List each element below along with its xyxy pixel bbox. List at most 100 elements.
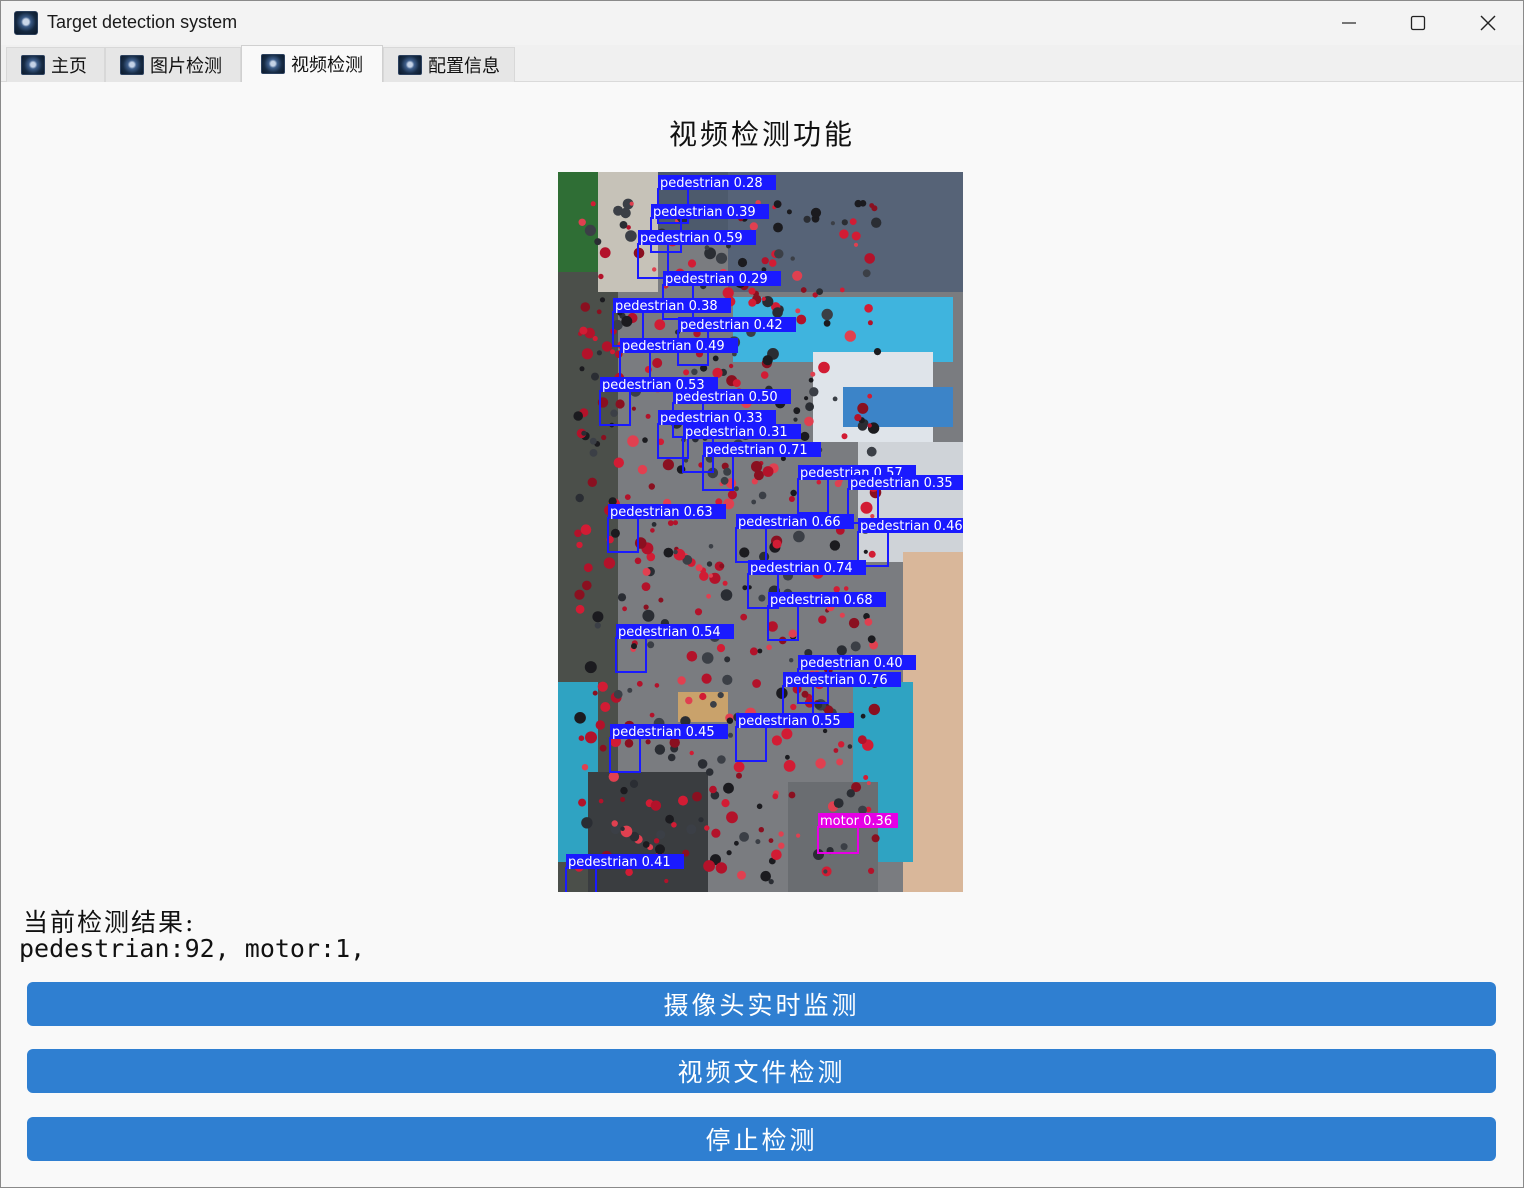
crowd-person (663, 547, 674, 558)
crowd-person (873, 348, 882, 356)
crowd-person (662, 459, 674, 471)
crowd-person (733, 486, 739, 492)
crowd-person (739, 832, 749, 842)
crowd-person (758, 827, 764, 833)
crowd-person (778, 831, 784, 837)
crowd-person (778, 842, 785, 849)
crowd-person (691, 368, 698, 375)
crowd-person (796, 833, 801, 838)
crowd-person (832, 396, 838, 402)
crowd-person (654, 744, 666, 755)
crowd-person (762, 355, 773, 366)
crowd-person (847, 744, 853, 749)
crowd-person (591, 372, 599, 381)
crowd-person (629, 201, 634, 206)
crowd-person (631, 643, 637, 650)
crowd-person (655, 844, 665, 855)
minimize-button[interactable] (1314, 1, 1384, 45)
close-button[interactable] (1453, 1, 1523, 45)
camera-monitor-button[interactable]: 摄像头实时监测 (27, 982, 1496, 1026)
crowd-person (771, 849, 782, 861)
crowd-person (772, 793, 779, 800)
crowd-person (844, 330, 856, 342)
crowd-person (704, 825, 710, 831)
crowd-person (611, 820, 618, 827)
crowd-person (846, 789, 855, 798)
crowd-person (864, 618, 873, 626)
crowd-person (642, 841, 650, 848)
crowd-person (722, 674, 733, 685)
crowd-person (734, 840, 739, 846)
maximize-button[interactable] (1383, 1, 1453, 45)
detection-label: pedestrian 0.41 (568, 855, 671, 870)
app-logo-icon (14, 11, 38, 35)
app-window: Target detection system 主页 图片检测 视频检测 配置信… (0, 0, 1524, 1188)
crowd-person (648, 483, 655, 490)
crowd-person (723, 467, 732, 476)
crowd-person (608, 771, 619, 782)
crowd-person (757, 648, 763, 654)
crowd-person (818, 615, 827, 624)
crowd-person (752, 679, 761, 688)
tab-video-detection[interactable]: 视频检测 (241, 45, 383, 82)
crowd-person (719, 563, 725, 569)
crowd-person (578, 218, 586, 226)
crowd-person (600, 702, 611, 712)
crowd-person (800, 287, 807, 293)
crowd-person (687, 259, 697, 268)
crowd-person (850, 641, 861, 652)
crowd-person (715, 862, 728, 874)
crowd-person (760, 371, 769, 379)
tab-config-info[interactable]: 配置信息 (383, 47, 515, 82)
crowd-person (755, 839, 761, 845)
crowd-person (645, 413, 651, 419)
crowd-person (627, 687, 633, 693)
crowd-person (839, 612, 845, 618)
tab-label: 配置信息 (428, 56, 500, 77)
crowd-person (771, 735, 782, 746)
detection-label: pedestrian 0.68 (770, 593, 873, 608)
crowd-person (650, 800, 662, 811)
detection-label: pedestrian 0.31 (685, 425, 788, 440)
crowd-person (603, 557, 616, 569)
crowd-person (871, 834, 880, 843)
detection-label: pedestrian 0.71 (705, 443, 808, 458)
crowd-person (613, 457, 624, 468)
app-logo-icon (120, 55, 144, 75)
crowd-person (867, 320, 873, 326)
detection-label: pedestrian 0.33 (660, 411, 763, 426)
crowd-person (716, 644, 726, 653)
crowd-person (641, 582, 651, 591)
page-title: 视频检测功能 (668, 118, 855, 151)
tab-image-detection[interactable]: 图片检测 (105, 47, 241, 82)
crowd-person (596, 350, 602, 356)
crowd-person (624, 739, 634, 748)
crowd-person (590, 201, 596, 207)
crowd-person (686, 824, 697, 835)
crowd-person (805, 402, 814, 412)
crowd-person (868, 867, 875, 875)
crowd-person (737, 870, 746, 880)
tab-label: 主页 (51, 56, 87, 77)
crowd-person (863, 775, 869, 780)
crowd-person (622, 606, 627, 612)
crowd-person (610, 409, 618, 417)
crowd-person (709, 785, 717, 794)
stop-detection-button[interactable]: 停止检测 (27, 1117, 1496, 1161)
crowd-person (786, 209, 792, 215)
crowd-person (610, 528, 620, 538)
tab-label: 图片检测 (150, 56, 222, 77)
crowd-person (705, 768, 714, 776)
app-logo-icon (21, 55, 45, 75)
title-bar[interactable]: Target detection system (1, 1, 1523, 45)
crowd-person (860, 501, 873, 514)
tab-home[interactable]: 主页 (6, 47, 105, 82)
crowd-person (796, 314, 807, 325)
crowd-person (695, 564, 703, 572)
video-file-detect-button[interactable]: 视频文件检测 (27, 1049, 1496, 1093)
crowd-person (717, 755, 726, 764)
window-title: Target detection system (47, 12, 238, 32)
crowd-person (810, 371, 816, 377)
crowd-person (589, 437, 597, 445)
crowd-person (773, 200, 782, 208)
